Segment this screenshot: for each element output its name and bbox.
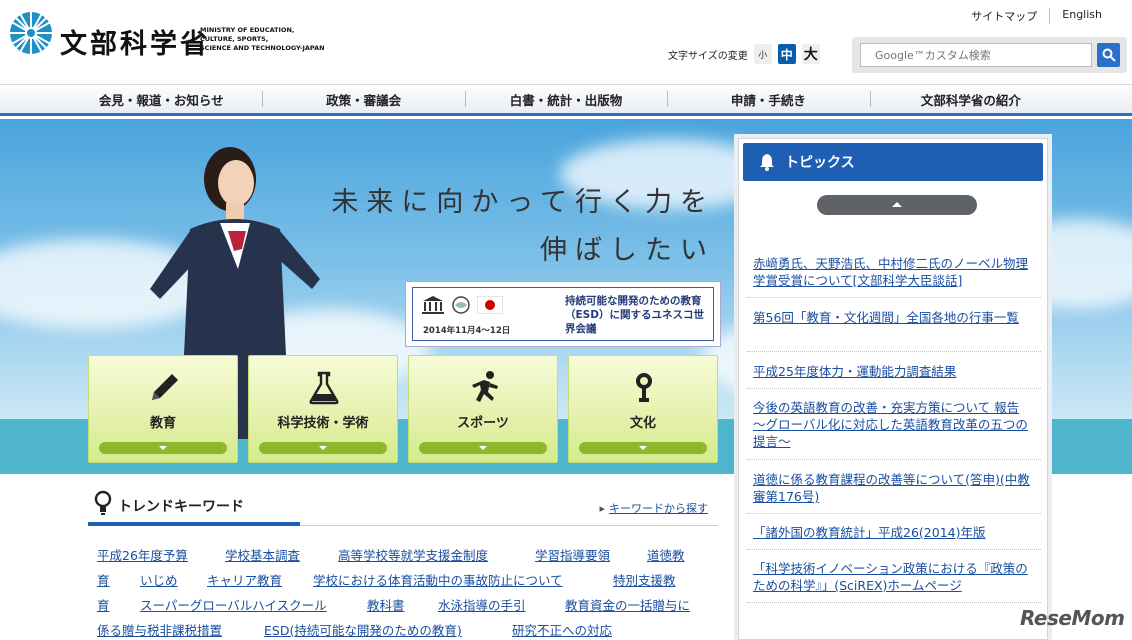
keyword-link[interactable]: 係る贈与税非課税措置 (97, 620, 222, 639)
esd-globe-icon (452, 296, 470, 314)
divider (747, 388, 1041, 389)
keyword-link[interactable]: 学習指導要領 (535, 545, 610, 564)
keyword-link[interactable]: 平成26年度予算 (97, 545, 188, 564)
nav-item-about[interactable]: 文部科学省の紹介 (869, 85, 1072, 113)
mext-logo-icon[interactable] (8, 10, 54, 56)
bell-icon (760, 154, 774, 171)
keyword-link[interactable]: 学校基本調査 (225, 545, 300, 564)
runner-icon (472, 371, 498, 402)
topics-title: トピックス (785, 155, 855, 171)
esd-date: 2014年11月4〜12日 (423, 326, 511, 336)
divider (747, 459, 1041, 460)
esd-banner-frame: 2014年11月4〜12日 持続可能な開発のための教育（ESD）に関するユネスコ… (412, 287, 714, 341)
keyword-link[interactable]: 高等学校等就学支援金制度 (338, 545, 488, 564)
pencil-icon (152, 374, 178, 400)
topic-link[interactable]: 第56回「教育・文化週間」全国各地の行事一覧 (753, 309, 1033, 326)
unesco-logo-icon (422, 296, 444, 314)
divider (747, 602, 1041, 603)
font-size-small-button[interactable]: 小 (753, 44, 772, 64)
category-science[interactable]: 科学技術・学術 (248, 355, 398, 463)
chevron-down-icon (579, 442, 707, 454)
category-label: 科学技術・学術 (277, 416, 369, 431)
lightbulb-icon (94, 490, 112, 515)
topics-scroll-up-button[interactable] (817, 195, 977, 215)
keyword-link[interactable]: いじめ (140, 570, 178, 589)
font-size-label: 文字サイズの変更 (668, 50, 748, 62)
global-nav: 会見・報道・お知らせ 政策・審議会 白書・統計・出版物 申請・手続き 文部科学省… (0, 84, 1132, 116)
keyword-link[interactable]: 教育資金の一括贈与に (565, 595, 690, 614)
keyword-link[interactable]: 育 (97, 570, 110, 589)
topic-link[interactable]: 道徳に係る教育課程の改善等について(答申)(中教審第176号) (753, 471, 1033, 505)
chevron-down-icon (99, 442, 227, 454)
keyword-link[interactable]: 教科書 (367, 595, 405, 614)
japan-flag-icon (477, 296, 503, 314)
keyword-link[interactable]: 特別支援教 (613, 570, 676, 589)
nav-item-policy[interactable]: 政策・審議会 (262, 85, 464, 113)
keyword-link[interactable]: 研究不正への対応 (512, 620, 612, 639)
nav-item-applications[interactable]: 申請・手続き (667, 85, 869, 113)
font-size-switcher: 文字サイズの変更 小 中 大 (668, 44, 820, 64)
trend-underline (88, 522, 300, 526)
search-box (852, 37, 1127, 73)
flask-icon (309, 371, 339, 405)
nav-item-press[interactable]: 会見・報道・お知らせ (60, 85, 262, 113)
divider (747, 297, 1041, 298)
chevron-down-icon (419, 442, 547, 454)
search-icon (1102, 48, 1116, 62)
esd-title: 持続可能な開発のための教育（ESD）に関するユネスコ世界会議 (565, 295, 704, 335)
esd-logos (421, 294, 557, 316)
trend-keywords-header: トレンドキーワード キーワードから探す (88, 488, 718, 526)
topic-link[interactable]: 平成25年度体力・運動能力調査結果 (753, 363, 1033, 380)
keyword-link[interactable]: 育 (97, 595, 110, 614)
topic-link[interactable]: 「諸外国の教育統計」平成26(2014)年版 (753, 524, 1033, 541)
category-culture[interactable]: 文化 (568, 355, 718, 463)
keyword-link[interactable]: キャリア教育 (207, 570, 282, 589)
nav-item-publications[interactable]: 白書・統計・出版物 (464, 85, 667, 113)
topics-header: トピックス (743, 143, 1043, 181)
divider (747, 351, 1041, 352)
topics-panel: トピックス 赤﨑勇氏、天野浩氏、中村修二氏のノーベル物理学賞受賞について[文部科… (738, 138, 1048, 640)
divider (747, 549, 1041, 550)
category-label: スポーツ (457, 416, 509, 431)
resemom-watermark: ReseMom (1020, 606, 1125, 630)
category-label: 教育 (149, 416, 176, 431)
keyword-link[interactable]: 水泳指導の手引 (438, 595, 526, 614)
category-label: 文化 (629, 416, 656, 431)
site-header: 文部科学省 MINISTRY OF EDUCATION, CULTURE, SP… (0, 0, 1132, 84)
site-title-english: MINISTRY OF EDUCATION, CULTURE, SPORTS, … (200, 26, 325, 52)
font-size-large-button[interactable]: 大 (801, 44, 820, 64)
chevron-down-icon (259, 442, 387, 454)
keyword-link[interactable]: 学校における体育活動中の事故防止について (313, 570, 563, 589)
divider (747, 513, 1041, 514)
search-button[interactable] (1097, 43, 1120, 67)
english-link[interactable]: English (1049, 8, 1114, 24)
topic-link[interactable]: 今後の英語教育の改善・充実方策について 報告 〜グローバル化に対応した英語教育改… (753, 399, 1033, 450)
category-sports[interactable]: スポーツ (408, 355, 558, 463)
esd-banner[interactable]: 2014年11月4〜12日 持続可能な開発のための教育（ESD）に関するユネスコ… (405, 281, 721, 347)
sitemap-link[interactable]: サイトマップ (959, 8, 1049, 24)
hero-tagline: 未来に向かって行く力を 伸ばしたい (331, 187, 715, 266)
site-title[interactable]: 文部科学省 (60, 22, 210, 61)
search-input[interactable] (860, 43, 1092, 67)
category-education[interactable]: 教育 (88, 355, 238, 463)
keyword-link[interactable]: ESD(持続可能な開発のための教育) (264, 620, 462, 639)
trend-keywords-title: トレンドキーワード (118, 499, 244, 515)
keyword-search-link[interactable]: キーワードから探す (599, 500, 708, 516)
topic-link[interactable]: 赤﨑勇氏、天野浩氏、中村修二氏のノーベル物理学賞受賞について[文部科学大臣談話] (753, 255, 1033, 289)
medal-icon (636, 373, 652, 402)
topic-link[interactable]: 「科学技術イノベーション政策における『政策のための科学』」(SciREX)ホーム… (753, 560, 1033, 594)
keyword-link[interactable]: 道徳教 (647, 545, 685, 564)
font-size-medium-button[interactable]: 中 (777, 44, 796, 64)
utility-links: サイトマップ English (959, 8, 1114, 24)
keyword-link[interactable]: スーパーグローバルハイスクール (140, 595, 327, 614)
